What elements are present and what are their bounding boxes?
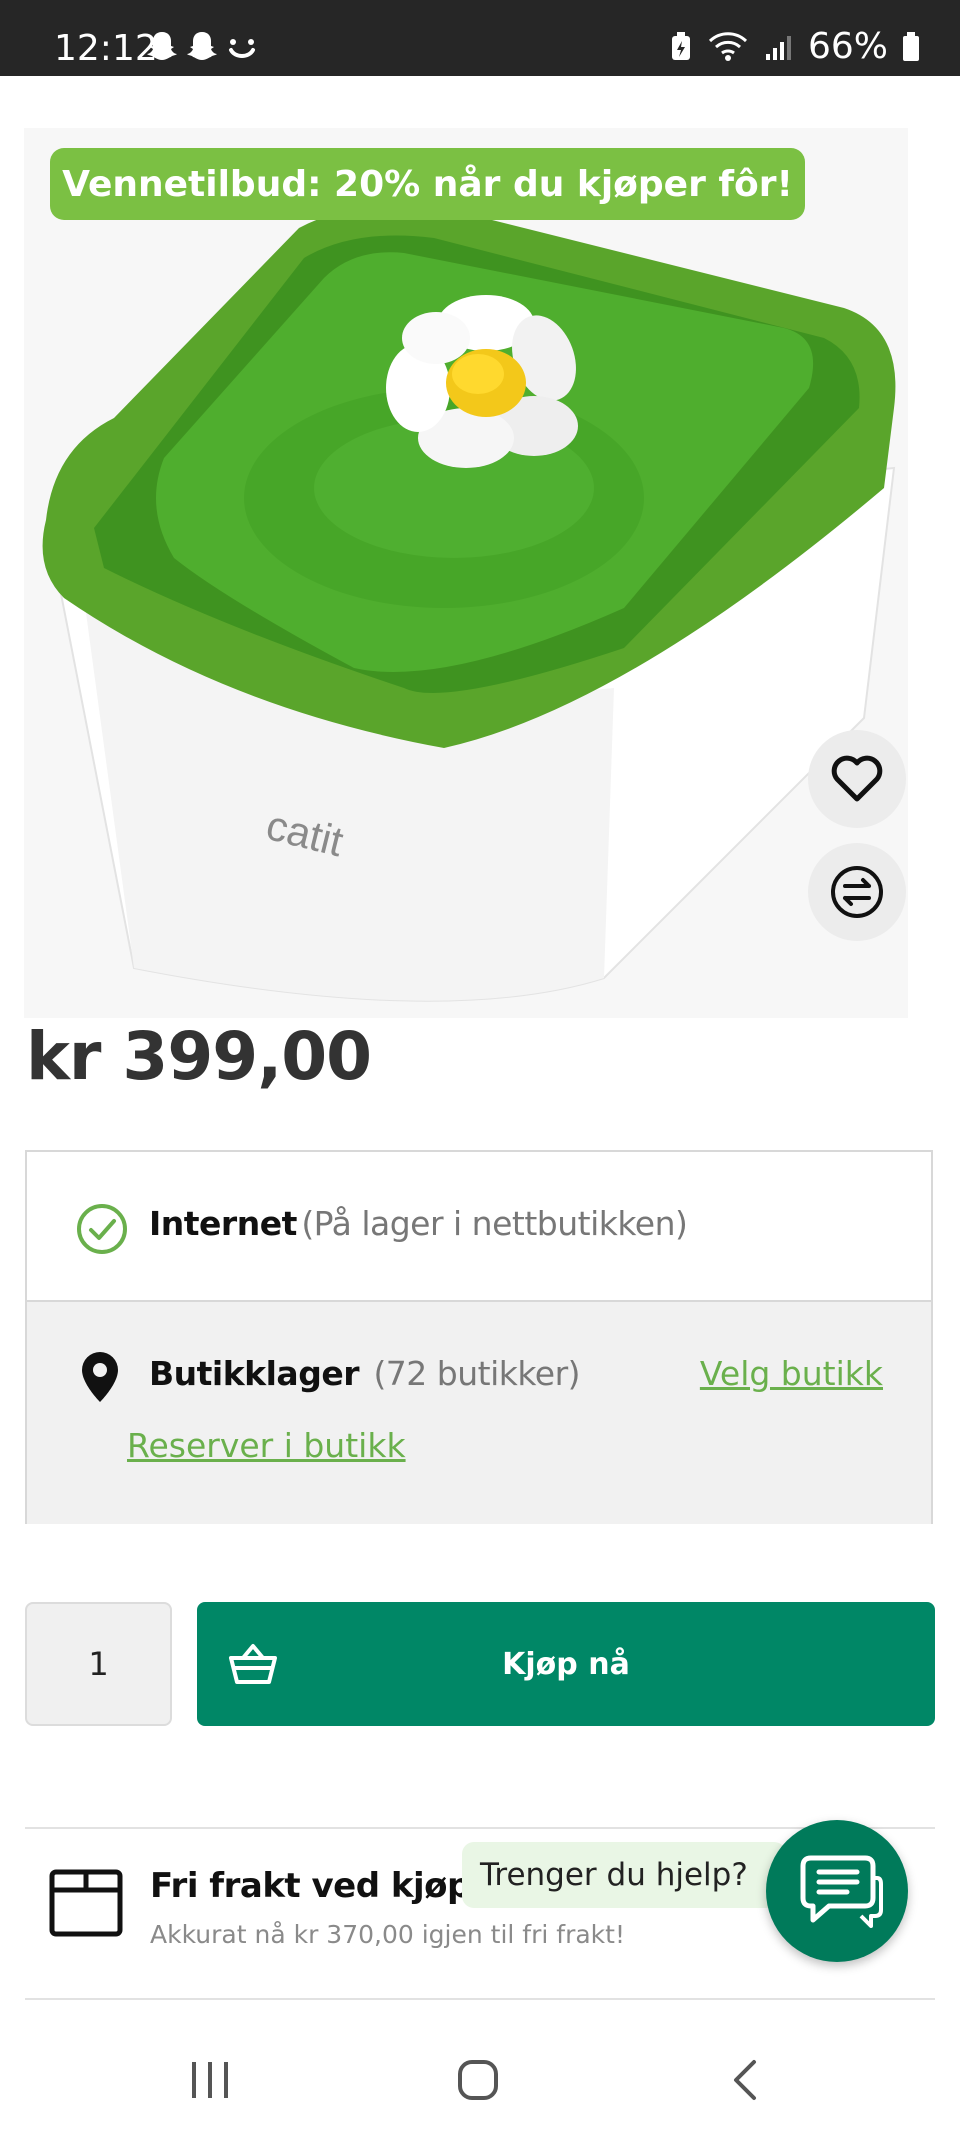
promo-banner[interactable]: Vennetilbud: 20% når du kjøper fôr! bbox=[50, 148, 805, 220]
quantity-input[interactable]: 1 bbox=[25, 1602, 172, 1726]
compare-button[interactable] bbox=[808, 843, 906, 941]
back-icon[interactable] bbox=[730, 2058, 762, 2102]
divider bbox=[25, 1827, 935, 1829]
water-fountain-illustration: catit bbox=[42, 205, 896, 1002]
choose-store-link[interactable]: Velg butikk bbox=[700, 1354, 883, 1393]
battery-icon bbox=[903, 31, 919, 61]
reserve-in-store-link[interactable]: Reserver i butikk bbox=[127, 1426, 406, 1465]
wifi-icon bbox=[708, 31, 748, 61]
store-count: (72 butikker) bbox=[373, 1354, 581, 1393]
status-bar: 12:12 66% bbox=[0, 0, 960, 76]
snapchat-icon bbox=[147, 32, 177, 60]
heart-icon bbox=[831, 755, 883, 802]
buy-now-label: Kjøp nå bbox=[502, 1646, 630, 1682]
status-time: 12:12 bbox=[54, 28, 158, 69]
chat-icon bbox=[800, 1855, 883, 1928]
face-icon bbox=[229, 39, 255, 58]
basket-icon bbox=[229, 1644, 277, 1684]
system-nav-bar bbox=[0, 2010, 960, 2133]
status-right: 66% bbox=[670, 26, 920, 67]
buy-now-button[interactable]: Kjøp nå bbox=[197, 1602, 935, 1726]
favorite-button[interactable] bbox=[808, 730, 906, 828]
battery-saver-icon bbox=[671, 31, 690, 60]
stock-box: Internet (På lager i nettbutikken) Butik… bbox=[25, 1150, 933, 1524]
snapchat-icon bbox=[187, 32, 217, 60]
compare-icon bbox=[831, 866, 883, 918]
chat-button[interactable] bbox=[766, 1820, 908, 1962]
notification-icons bbox=[146, 30, 258, 64]
store-label: Butikklager bbox=[149, 1354, 359, 1393]
stock-store-row: Butikklager (72 butikker) Velg butikk Re… bbox=[27, 1302, 931, 1524]
signal-icon bbox=[765, 35, 791, 60]
internet-status: (På lager i nettbutikken) bbox=[301, 1204, 688, 1243]
location-pin-icon bbox=[82, 1352, 118, 1402]
check-circle-icon bbox=[77, 1204, 127, 1254]
divider bbox=[25, 1998, 935, 2000]
stock-internet-row: Internet (På lager i nettbutikken) bbox=[27, 1152, 931, 1302]
free-shipping-subtitle: Akkurat nå kr 370,00 igjen til fri frakt… bbox=[150, 1920, 625, 1949]
home-icon[interactable] bbox=[456, 2058, 500, 2102]
internet-label: Internet bbox=[149, 1204, 297, 1243]
product-price: kr 399,00 bbox=[26, 1018, 372, 1095]
package-icon bbox=[49, 1869, 123, 1937]
help-bubble[interactable]: Trenger du hjelp? bbox=[462, 1842, 786, 1908]
product-image[interactable]: catit bbox=[24, 128, 908, 1018]
recent-apps-icon[interactable] bbox=[188, 2060, 232, 2100]
battery-percent: 66% bbox=[807, 26, 888, 67]
